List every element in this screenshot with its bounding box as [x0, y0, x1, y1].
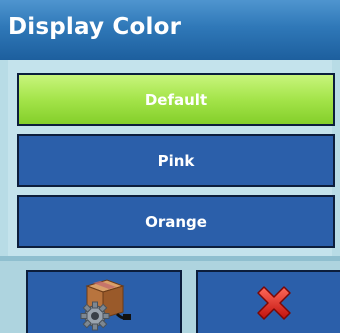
settings-box-icon: [80, 278, 131, 330]
title-bar: Display Color: [0, 0, 340, 60]
option-label: Pink: [157, 151, 195, 170]
display-color-dialog: Display Color Default Pink Orange: [0, 0, 340, 333]
option-label: Orange: [145, 212, 207, 231]
red-x-icon: [257, 285, 291, 320]
cancel-button[interactable]: [196, 270, 340, 333]
option-orange-button[interactable]: Orange: [17, 195, 335, 248]
option-pink-button[interactable]: Pink: [17, 134, 335, 187]
option-default-button[interactable]: Default: [17, 73, 335, 126]
dialog-title: Display Color: [8, 14, 182, 40]
ok-button[interactable]: [26, 270, 182, 333]
option-label: Default: [144, 90, 208, 109]
